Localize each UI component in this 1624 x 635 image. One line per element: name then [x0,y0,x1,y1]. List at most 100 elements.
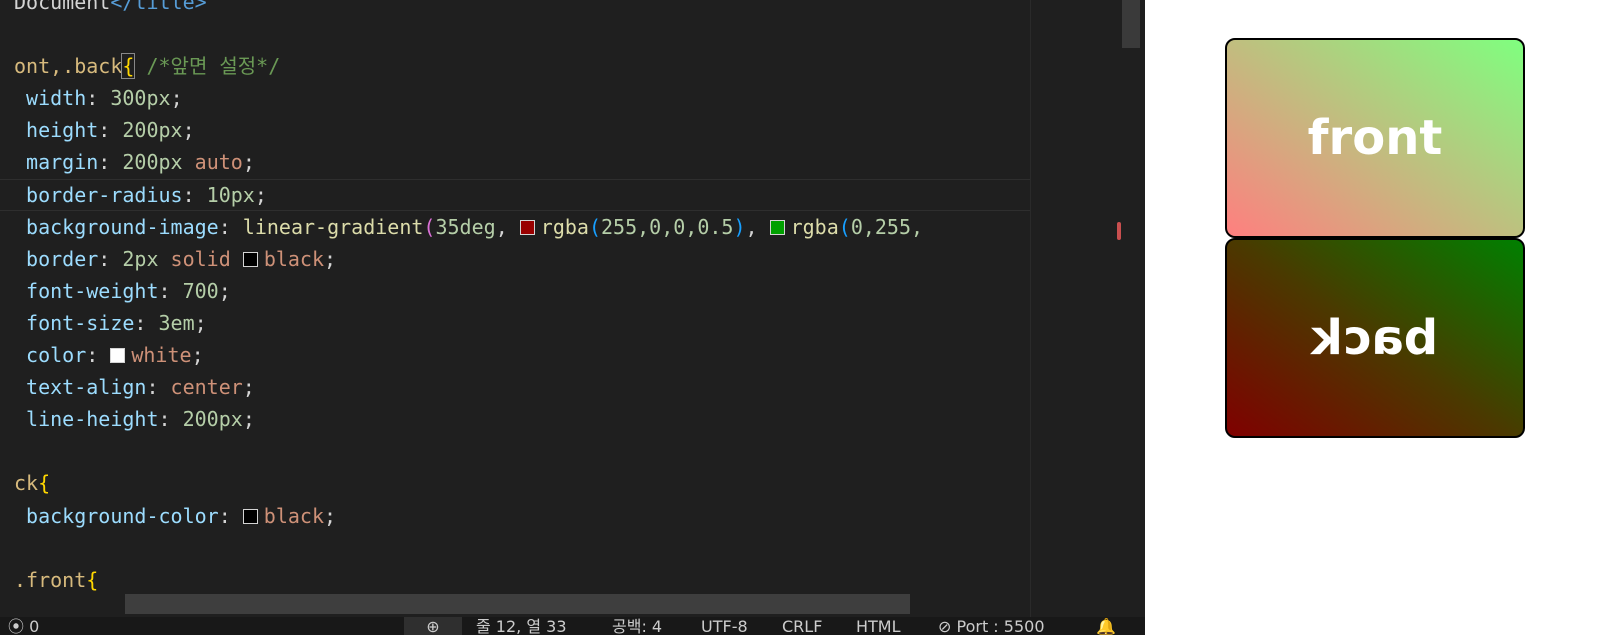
code-line-font-weight[interactable]: font-weight: 700; [14,275,1140,307]
remote-indicator[interactable]: ⦿ 0 [8,617,39,635]
code-token: background-color [14,503,219,528]
cursor-position[interactable]: 줄 12, 열 33 [476,617,567,635]
code-token: ; [324,246,337,271]
code-token: center [170,375,243,400]
code-token: : [182,182,207,207]
live-server-port[interactable]: ⊘ Port : 5500 [938,617,1045,635]
code-token: ; [182,118,195,143]
front-card-text: front [1307,110,1443,166]
code-token: background-image [14,214,219,239]
code-token: ; [170,86,183,111]
code-token: height [14,118,99,143]
code-token: .front [14,567,87,592]
code-area[interactable]: Document</title> ont,.back{ /*앞면 설정*/ wid… [0,0,1140,596]
code-token: : [86,343,111,368]
language-mode[interactable]: HTML [856,617,901,635]
code-token: Document [14,0,111,14]
code-token: border [14,246,99,271]
code-token: white [131,343,192,368]
code-token: </ [110,0,135,14]
code-token: title [134,0,195,14]
code-token: : [218,214,243,239]
code-line-background-color[interactable]: background-color: black; [14,500,1140,532]
code-token: ; [191,343,204,368]
code-token: margin [14,150,99,175]
zoom-icon[interactable]: ⊕ [404,617,462,635]
color-swatch[interactable] [769,219,785,235]
code-token: text-align [14,375,147,400]
code-line-text-align[interactable]: text-align: center; [14,371,1140,403]
code-token: : [134,310,159,335]
code-token: 35deg [435,214,496,239]
code-line-sel-front-back[interactable]: ont,.back{ /*앞면 설정*/ [14,50,1140,82]
horizontal-scrollbar-thumb[interactable] [125,594,910,614]
code-token: 200px [182,407,243,432]
color-swatch[interactable] [242,508,258,524]
code-token: 0,255, [850,214,924,239]
overflow-decoration [1117,222,1121,240]
code-token: { [38,471,51,496]
code-token: solid [158,246,243,271]
code-token: : [98,246,123,271]
code-token: ; [242,375,255,400]
code-line-color[interactable]: color: white; [14,339,1140,371]
back-card: back [1225,238,1525,438]
code-line-font-size[interactable]: font-size: 3em; [14,307,1140,339]
color-swatch[interactable] [519,219,535,235]
code-line-blank2[interactable] [14,435,1140,467]
code-token: : [158,407,183,432]
code-token: auto [182,150,243,175]
code-line-width[interactable]: width: 300px; [14,82,1140,114]
minimap[interactable] [1030,0,1123,617]
code-token: ( [588,214,601,239]
code-token: : [158,278,183,303]
code-line-blank3[interactable] [14,532,1140,564]
code-line-background-image[interactable]: background-image: linear-gradient(35deg,… [14,211,1140,243]
code-token: : [98,118,123,143]
front-card: front [1225,38,1525,238]
code-token: 2px [122,246,159,271]
code-token: 255,0,0,0.5 [601,214,734,239]
code-token: ; [194,310,207,335]
code-token: ; [254,182,267,207]
code-editor[interactable]: Document</title> ont,.back{ /*앞면 설정*/ wid… [0,0,1140,617]
code-token: 300px [110,86,171,111]
code-line-height[interactable]: height: 200px; [14,114,1140,146]
code-line-margin[interactable]: margin: 200px auto; [14,146,1140,178]
eol-setting[interactable]: CRLF [782,617,822,635]
code-line-line-height[interactable]: line-height: 200px; [14,403,1140,435]
code-token: : [218,503,243,528]
code-token: { [121,53,136,80]
code-line-blank1[interactable] [14,18,1140,50]
encoding-setting[interactable]: UTF-8 [701,617,748,635]
indentation-setting[interactable]: 공백: 4 [612,617,662,635]
color-swatch[interactable] [110,348,126,364]
vertical-scrollbar[interactable] [1122,0,1140,617]
code-token: > [194,0,207,14]
color-swatch[interactable] [242,251,258,267]
code-token: ( [838,214,851,239]
code-token: black [263,246,325,271]
code-line-sel-front[interactable]: .front{ [14,564,1140,596]
code-token: /*앞면 설정*/ [134,54,281,79]
code-token: 700 [182,278,219,303]
code-token: 3em [158,310,195,335]
code-token: border-radius [14,182,183,207]
code-token: ( [423,214,436,239]
code-line-sel-back[interactable]: ck{ [14,467,1140,499]
code-line-border-radius[interactable]: border-radius: 10px; [0,178,1140,211]
code-token: 10px [206,182,255,207]
code-line-border[interactable]: border: 2px solid black; [14,243,1140,275]
code-line-title[interactable]: Document</title> [14,0,1140,18]
code-token: linear-gradient [242,214,424,239]
code-token: ont,.back [14,54,123,79]
code-token: rgba [790,214,839,239]
status-bar: ⦿ 0 ⊕ 줄 12, 열 33 공백: 4 UTF-8 CRLF HTML ⊘… [0,617,1145,635]
code-token: : [146,375,171,400]
code-token: font-weight [14,278,159,303]
vertical-scrollbar-thumb[interactable] [1122,0,1140,48]
code-token: ; [242,150,255,175]
code-token: ) [733,214,746,239]
code-token: ; [242,407,255,432]
bell-icon[interactable]: 🔔 [1096,617,1116,635]
